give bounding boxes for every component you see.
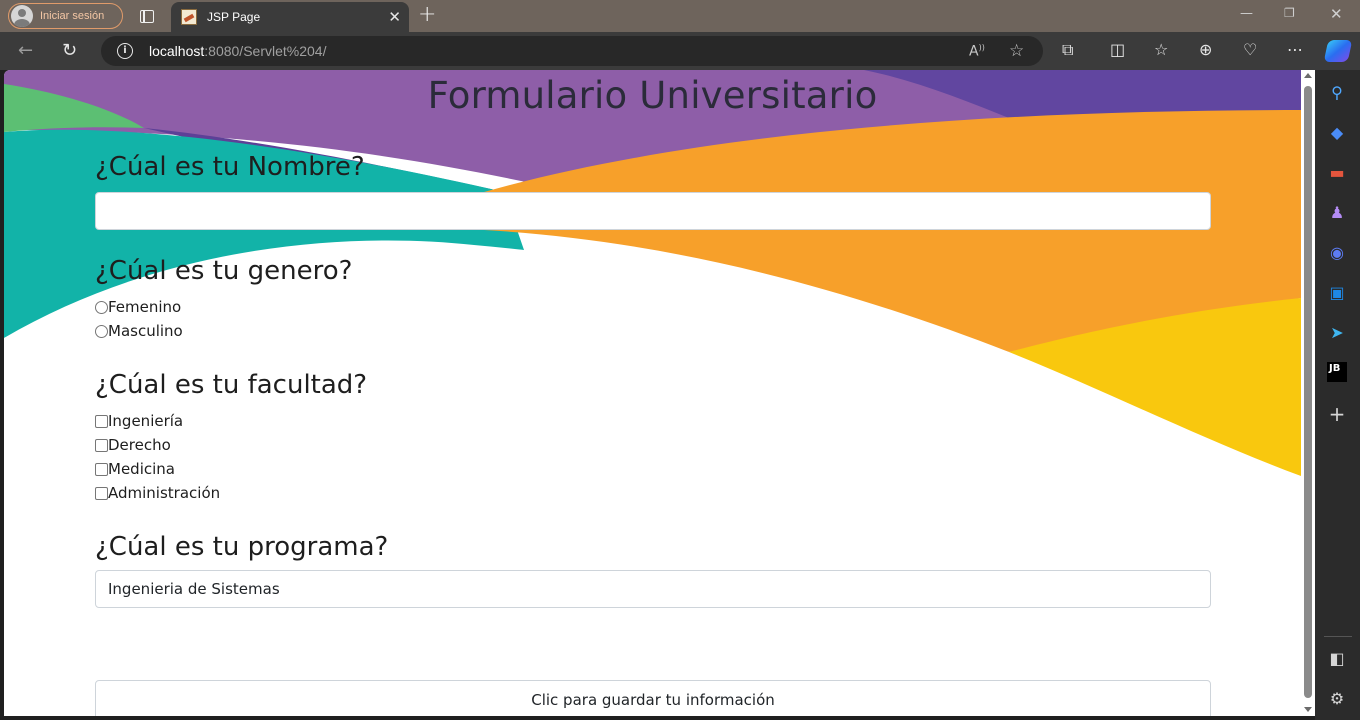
favorite-star-icon[interactable]: ☆ xyxy=(1009,41,1024,61)
scroll-thumb[interactable] xyxy=(1304,86,1312,698)
shopping-tag-icon[interactable]: ◆ xyxy=(1326,121,1348,143)
favorites-icon[interactable]: ☆ xyxy=(1154,41,1168,59)
browser-tab[interactable]: JSP Page ✕ xyxy=(171,2,409,32)
faculty-option-derecho[interactable]: Derecho xyxy=(95,435,171,455)
checkbox-medicina[interactable] xyxy=(95,462,108,476)
minimize-icon[interactable]: — xyxy=(1240,6,1253,21)
address-bar[interactable]: i localhost:8080/Servlet%204/ A)) ☆ xyxy=(101,36,1043,66)
hide-sidebar-icon[interactable]: ◧ xyxy=(1326,647,1348,669)
faculty-option-ingenieria[interactable]: Ingeniería xyxy=(95,411,183,431)
refresh-icon[interactable]: ↻ xyxy=(62,41,77,61)
sidebar-divider xyxy=(1324,636,1352,637)
tab-actions-icon xyxy=(140,9,154,23)
browser-toolbar: ← ↻ i localhost:8080/Servlet%204/ A)) ☆ … xyxy=(0,32,1360,70)
faculty-label-ingenieria: Ingeniería xyxy=(108,412,184,430)
faculty-option-medicina[interactable]: Medicina xyxy=(95,459,175,479)
jetbrains-icon[interactable]: JB xyxy=(1326,361,1348,383)
browser-title-bar: Iniciar sesión JSP Page ✕ + — ❐ ✕ xyxy=(0,0,1360,32)
program-question-label: ¿Cúal es tu programa? xyxy=(95,532,389,562)
faculty-label-medicina: Medicina xyxy=(108,460,175,478)
split-screen-icon[interactable]: ◫ xyxy=(1110,41,1125,59)
gender-option-femenino[interactable]: Femenino xyxy=(95,297,181,317)
search-icon[interactable]: ⚲ xyxy=(1326,81,1348,103)
page-scrollbar[interactable] xyxy=(1301,70,1315,716)
profile-button[interactable]: Iniciar sesión xyxy=(8,3,123,29)
gender-label-masculino: Masculino xyxy=(108,322,183,340)
browser-essentials-icon[interactable]: ♡ xyxy=(1243,41,1257,59)
faculty-label-administracion: Administración xyxy=(108,484,221,502)
url-text: localhost:8080/Servlet%204/ xyxy=(149,43,327,59)
java-favicon-icon xyxy=(181,9,197,25)
save-info-button[interactable]: Clic para guardar tu información xyxy=(95,680,1211,716)
faculty-question-label: ¿Cúal es tu facultad? xyxy=(95,370,368,400)
name-input[interactable] xyxy=(95,192,1211,230)
tab-actions-button[interactable] xyxy=(137,6,157,26)
program-input[interactable]: Ingenieria de Sistemas xyxy=(95,570,1211,608)
send-icon[interactable]: ➤ xyxy=(1326,321,1348,343)
more-menu-icon[interactable]: ⋯ xyxy=(1287,41,1303,59)
read-aloud-icon[interactable]: A)) xyxy=(969,43,985,60)
outlook-icon[interactable]: ▣ xyxy=(1326,281,1348,303)
gender-option-masculino[interactable]: Masculino xyxy=(95,321,183,341)
close-tab-icon[interactable]: ✕ xyxy=(388,9,401,25)
page-viewport: Formulario Universitario ¿Cúal es tu Nom… xyxy=(4,70,1301,716)
back-icon[interactable]: ← xyxy=(18,41,33,61)
settings-gear-icon[interactable]: ⚙ xyxy=(1326,687,1348,709)
checkbox-administracion[interactable] xyxy=(95,486,108,500)
gender-question-label: ¿Cúal es tu genero? xyxy=(95,256,353,286)
avatar-icon xyxy=(11,5,33,27)
restore-icon[interactable]: ❐ xyxy=(1284,6,1295,20)
checkbox-ingenieria[interactable] xyxy=(95,414,108,428)
edge-sidebar: ⚲ ◆ ▬ ♟ ◉ ▣ ➤ JB + ◧ ⚙ xyxy=(1315,70,1360,720)
page-title: Formulario Universitario xyxy=(427,74,878,117)
tab-title: JSP Page xyxy=(207,10,261,24)
scroll-down-icon[interactable] xyxy=(1304,707,1312,712)
radio-masculino[interactable] xyxy=(95,324,108,338)
radio-femenino[interactable] xyxy=(95,300,108,314)
new-tab-icon[interactable]: + xyxy=(418,3,436,27)
gender-label-femenino: Femenino xyxy=(108,298,182,316)
site-info-icon[interactable]: i xyxy=(117,43,133,59)
tools-icon[interactable]: ▬ xyxy=(1326,161,1348,183)
extensions-icon[interactable]: ⧉ xyxy=(1062,41,1073,59)
faculty-label-derecho: Derecho xyxy=(108,436,171,454)
faculty-option-administracion[interactable]: Administración xyxy=(95,483,220,503)
copilot-icon[interactable] xyxy=(1323,40,1353,62)
add-sidebar-icon[interactable]: + xyxy=(1326,402,1348,426)
copilot-sidebar-icon[interactable]: ◉ xyxy=(1326,241,1348,263)
collections-icon[interactable]: ⊕ xyxy=(1199,41,1212,59)
close-window-icon[interactable]: ✕ xyxy=(1330,5,1343,23)
checkbox-derecho[interactable] xyxy=(95,438,108,452)
scroll-up-icon[interactable] xyxy=(1304,73,1312,78)
profile-label: Iniciar sesión xyxy=(40,10,105,22)
name-question-label: ¿Cúal es tu Nombre? xyxy=(95,152,365,182)
games-icon[interactable]: ♟ xyxy=(1326,201,1348,223)
